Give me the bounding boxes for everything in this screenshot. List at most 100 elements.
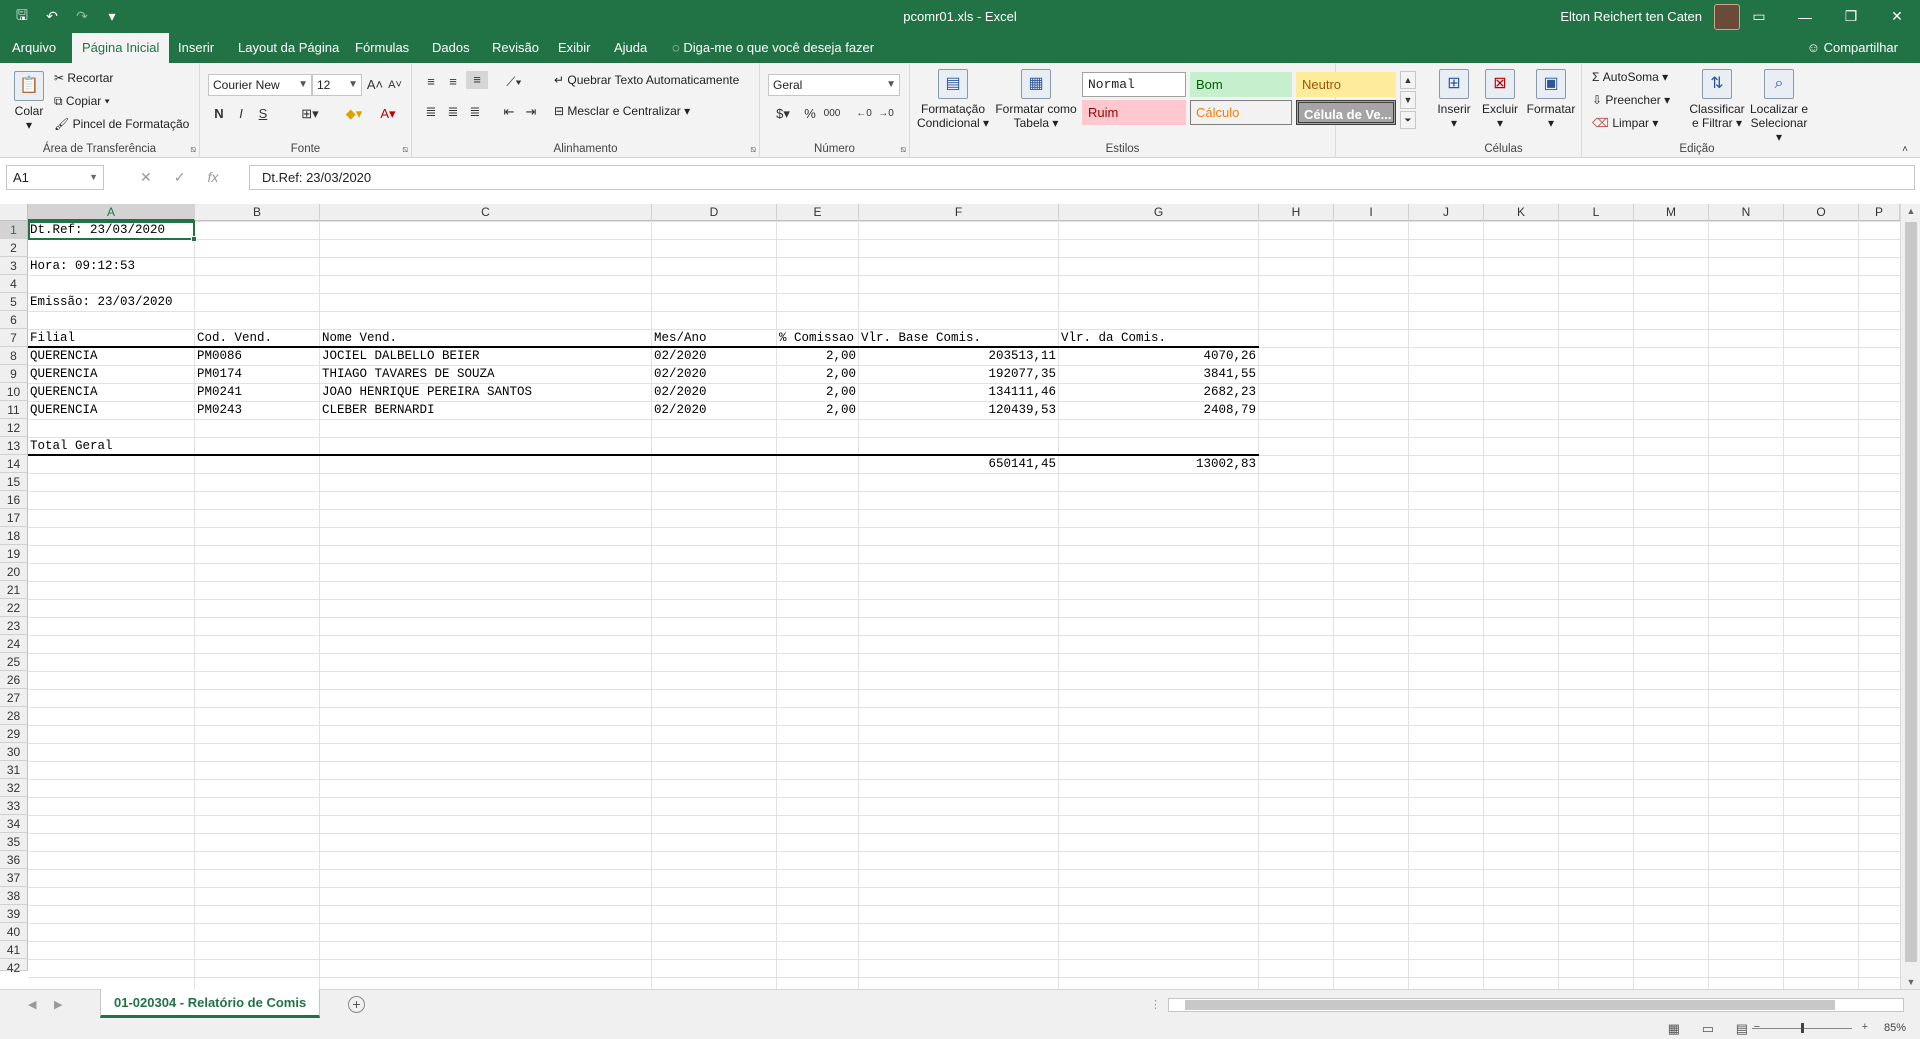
- column-header[interactable]: K: [1484, 204, 1559, 221]
- clear-button[interactable]: ⌫ Limpar ▾: [1592, 115, 1658, 131]
- align-left-icon[interactable]: ≣: [422, 103, 440, 121]
- close-button[interactable]: ✕: [1874, 0, 1920, 33]
- dialog-launcher-icon[interactable]: ⧅: [900, 144, 906, 155]
- normal-view-icon[interactable]: ▦: [1668, 1021, 1680, 1037]
- fill-handle[interactable]: [191, 236, 197, 242]
- enter-icon[interactable]: ✓: [174, 165, 186, 190]
- worksheet-grid[interactable]: Dt.Ref: 23/03/2020 Hora: 09:12:53 Emissã…: [28, 221, 1900, 989]
- cell-filial[interactable]: QUERENCIA: [28, 401, 194, 419]
- header-filial[interactable]: Filial: [28, 329, 77, 347]
- row-header[interactable]: 28: [0, 707, 28, 725]
- align-right-icon[interactable]: ≣: [466, 103, 484, 121]
- bold-button[interactable]: N: [210, 105, 228, 123]
- row-header[interactable]: 18: [0, 527, 28, 545]
- autosum-button[interactable]: Σ AutoSoma ▾: [1592, 69, 1668, 85]
- column-header[interactable]: I: [1334, 204, 1409, 221]
- row-header[interactable]: 42: [0, 959, 28, 975]
- cell-vlr-base[interactable]: 192077,35: [859, 365, 1058, 383]
- row-header[interactable]: 7: [0, 329, 28, 347]
- cell-comissao[interactable]: 2,00: [777, 347, 858, 365]
- row-header[interactable]: 1: [0, 221, 28, 239]
- paste-button[interactable]: 📋 Colar ▾: [8, 71, 50, 132]
- column-header[interactable]: P: [1859, 204, 1900, 221]
- collapse-ribbon-icon[interactable]: ˄: [1898, 141, 1912, 159]
- scroll-thumb[interactable]: [1185, 1000, 1835, 1010]
- shrink-font-icon[interactable]: A˅: [386, 76, 404, 94]
- row-header[interactable]: 30: [0, 743, 28, 761]
- cell-vlr-base[interactable]: 203513,11: [859, 347, 1058, 365]
- cell-mes-ano[interactable]: 02/2020: [652, 347, 776, 365]
- add-sheet-button[interactable]: +: [348, 996, 365, 1013]
- decrease-decimal-icon[interactable]: →0: [876, 105, 896, 123]
- row-header[interactable]: 6: [0, 311, 28, 329]
- column-header[interactable]: A: [28, 204, 195, 221]
- orientation-icon[interactable]: ⟋▾: [500, 73, 528, 91]
- row-header[interactable]: 41: [0, 941, 28, 959]
- cell-a5[interactable]: Emissão: 23/03/2020: [28, 293, 175, 311]
- total-label[interactable]: Total Geral: [28, 437, 115, 455]
- cell-vlr-base[interactable]: 134111,46: [859, 383, 1058, 401]
- cell-mes-ano[interactable]: 02/2020: [652, 383, 776, 401]
- formula-input[interactable]: Dt.Ref: 23/03/2020: [249, 165, 1915, 190]
- thousands-button[interactable]: 000: [820, 105, 844, 123]
- style-calculation[interactable]: Cálculo: [1190, 100, 1292, 125]
- column-header[interactable]: B: [195, 204, 320, 221]
- wrap-text-button[interactable]: ↵ Quebrar Texto Automaticamente: [554, 72, 739, 88]
- cell-a3[interactable]: Hora: 09:12:53: [28, 257, 137, 275]
- tab-inserir[interactable]: Inserir: [168, 33, 224, 63]
- style-normal[interactable]: Normal: [1082, 72, 1186, 97]
- style-check-cell[interactable]: Célula de Ve...: [1296, 100, 1396, 125]
- styles-scroll-up-icon[interactable]: ▲: [1400, 71, 1416, 89]
- row-header[interactable]: 9: [0, 365, 28, 383]
- column-header[interactable]: D: [652, 204, 777, 221]
- zoom-knob[interactable]: [1801, 1023, 1804, 1033]
- tab-pagina-inicial[interactable]: Página Inicial: [72, 33, 170, 63]
- row-header[interactable]: 5: [0, 293, 28, 311]
- row-header[interactable]: 8: [0, 347, 28, 365]
- row-header[interactable]: 25: [0, 653, 28, 671]
- font-name-select[interactable]: Courier New ▼: [208, 74, 312, 96]
- total-comis[interactable]: 13002,83: [1059, 455, 1258, 473]
- cell-cod-vend[interactable]: PM0241: [195, 383, 319, 401]
- row-header[interactable]: 37: [0, 869, 28, 887]
- currency-icon[interactable]: $▾: [768, 105, 798, 123]
- row-header[interactable]: 21: [0, 581, 28, 599]
- align-top-icon[interactable]: ≡: [422, 73, 440, 91]
- column-header[interactable]: N: [1709, 204, 1784, 221]
- row-header[interactable]: 26: [0, 671, 28, 689]
- name-box[interactable]: A1 ▼: [6, 165, 104, 190]
- tab-dados[interactable]: Dados: [422, 33, 480, 63]
- dialog-launcher-icon[interactable]: ⧅: [190, 144, 196, 155]
- scroll-thumb[interactable]: [1905, 222, 1917, 962]
- minimize-button[interactable]: —: [1782, 0, 1828, 33]
- find-select-button[interactable]: ⌕ Localizar e Selecionar ▾: [1748, 69, 1810, 144]
- share-button[interactable]: ☺ Compartilhar: [1807, 33, 1898, 63]
- styles-more-icon[interactable]: ⏷: [1400, 111, 1416, 129]
- row-header[interactable]: 14: [0, 455, 28, 473]
- row-header[interactable]: 4: [0, 275, 28, 293]
- tab-ajuda[interactable]: Ajuda: [604, 33, 657, 63]
- sheet-prev-icon[interactable]: ◀: [28, 990, 36, 1020]
- zoom-out-icon[interactable]: −: [1754, 1021, 1760, 1033]
- row-header[interactable]: 23: [0, 617, 28, 635]
- header-comissao[interactable]: % Comissao: [777, 329, 856, 347]
- page-layout-icon[interactable]: ▭: [1702, 1021, 1714, 1037]
- underline-button[interactable]: S: [254, 105, 272, 123]
- row-header[interactable]: 15: [0, 473, 28, 491]
- row-header[interactable]: 29: [0, 725, 28, 743]
- cut-button[interactable]: ✂ Recortar: [54, 70, 113, 86]
- total-base[interactable]: 650141,45: [859, 455, 1058, 473]
- tab-revisao[interactable]: Revisão: [482, 33, 549, 63]
- italic-button[interactable]: I: [232, 105, 250, 123]
- cell-nome-vend[interactable]: THIAGO TAVARES DE SOUZA: [320, 365, 651, 383]
- merge-center-button[interactable]: ⊟ Mesclar e Centralizar ▾: [554, 103, 690, 119]
- row-header[interactable]: 40: [0, 923, 28, 941]
- row-header[interactable]: 36: [0, 851, 28, 869]
- cell-vlr-base[interactable]: 120439,53: [859, 401, 1058, 419]
- sheet-next-icon[interactable]: ▶: [54, 990, 62, 1020]
- column-header[interactable]: J: [1409, 204, 1484, 221]
- row-header[interactable]: 10: [0, 383, 28, 401]
- vertical-scrollbar[interactable]: ▲ ▼: [1900, 204, 1920, 989]
- increase-indent-icon[interactable]: ⇥: [522, 103, 540, 121]
- column-header[interactable]: F: [859, 204, 1059, 221]
